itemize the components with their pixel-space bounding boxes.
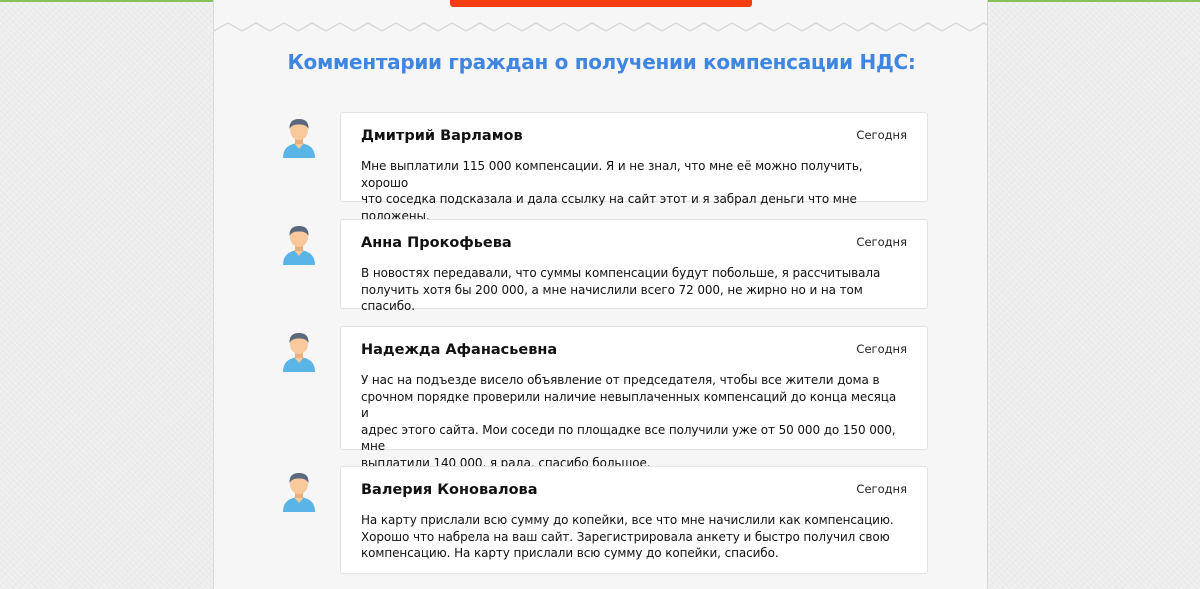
section-title: Комментарии граждан о получении компенса…	[287, 50, 916, 74]
user-avatar-icon	[281, 470, 317, 512]
comment-card: Анна Прокофьева Сегодня В новостях перед…	[340, 219, 928, 313]
comment-date: Сегодня	[856, 342, 907, 356]
zigzag-divider	[214, 22, 987, 32]
cta-button[interactable]	[450, 0, 752, 7]
comment-text: Мне выплатили 115 000 компенсации. Я и н…	[361, 159, 863, 223]
comment-author: Надежда Афанасьевна	[361, 342, 558, 358]
user-avatar-icon	[281, 116, 317, 158]
user-avatar-icon	[281, 330, 317, 372]
comment-card: Дмитрий Варламов Сегодня Мне выплатили 1…	[340, 112, 928, 223]
comment-card: Надежда Афанасьевна Сегодня У нас на под…	[340, 326, 928, 470]
comment-date: Сегодня	[856, 235, 907, 249]
comment-author: Анна Прокофьева	[361, 235, 512, 251]
comment-author: Дмитрий Варламов	[361, 128, 523, 144]
comments-section: Комментарии граждан о получении компенса…	[213, 0, 988, 589]
user-avatar-icon	[281, 223, 317, 265]
comment-text: На карту прислали всю сумму до копейки, …	[361, 513, 894, 560]
comment-author: Валерия Коновалова	[361, 482, 538, 498]
comment-card: Валерия Коновалова Сегодня На карту прис…	[340, 466, 928, 574]
comment-date: Сегодня	[856, 128, 907, 142]
comment-text: У нас на подъезде висело объявление от п…	[361, 373, 897, 470]
comment-text: В новостях передавали, что суммы компенс…	[361, 266, 881, 313]
comment-date: Сегодня	[856, 482, 907, 496]
